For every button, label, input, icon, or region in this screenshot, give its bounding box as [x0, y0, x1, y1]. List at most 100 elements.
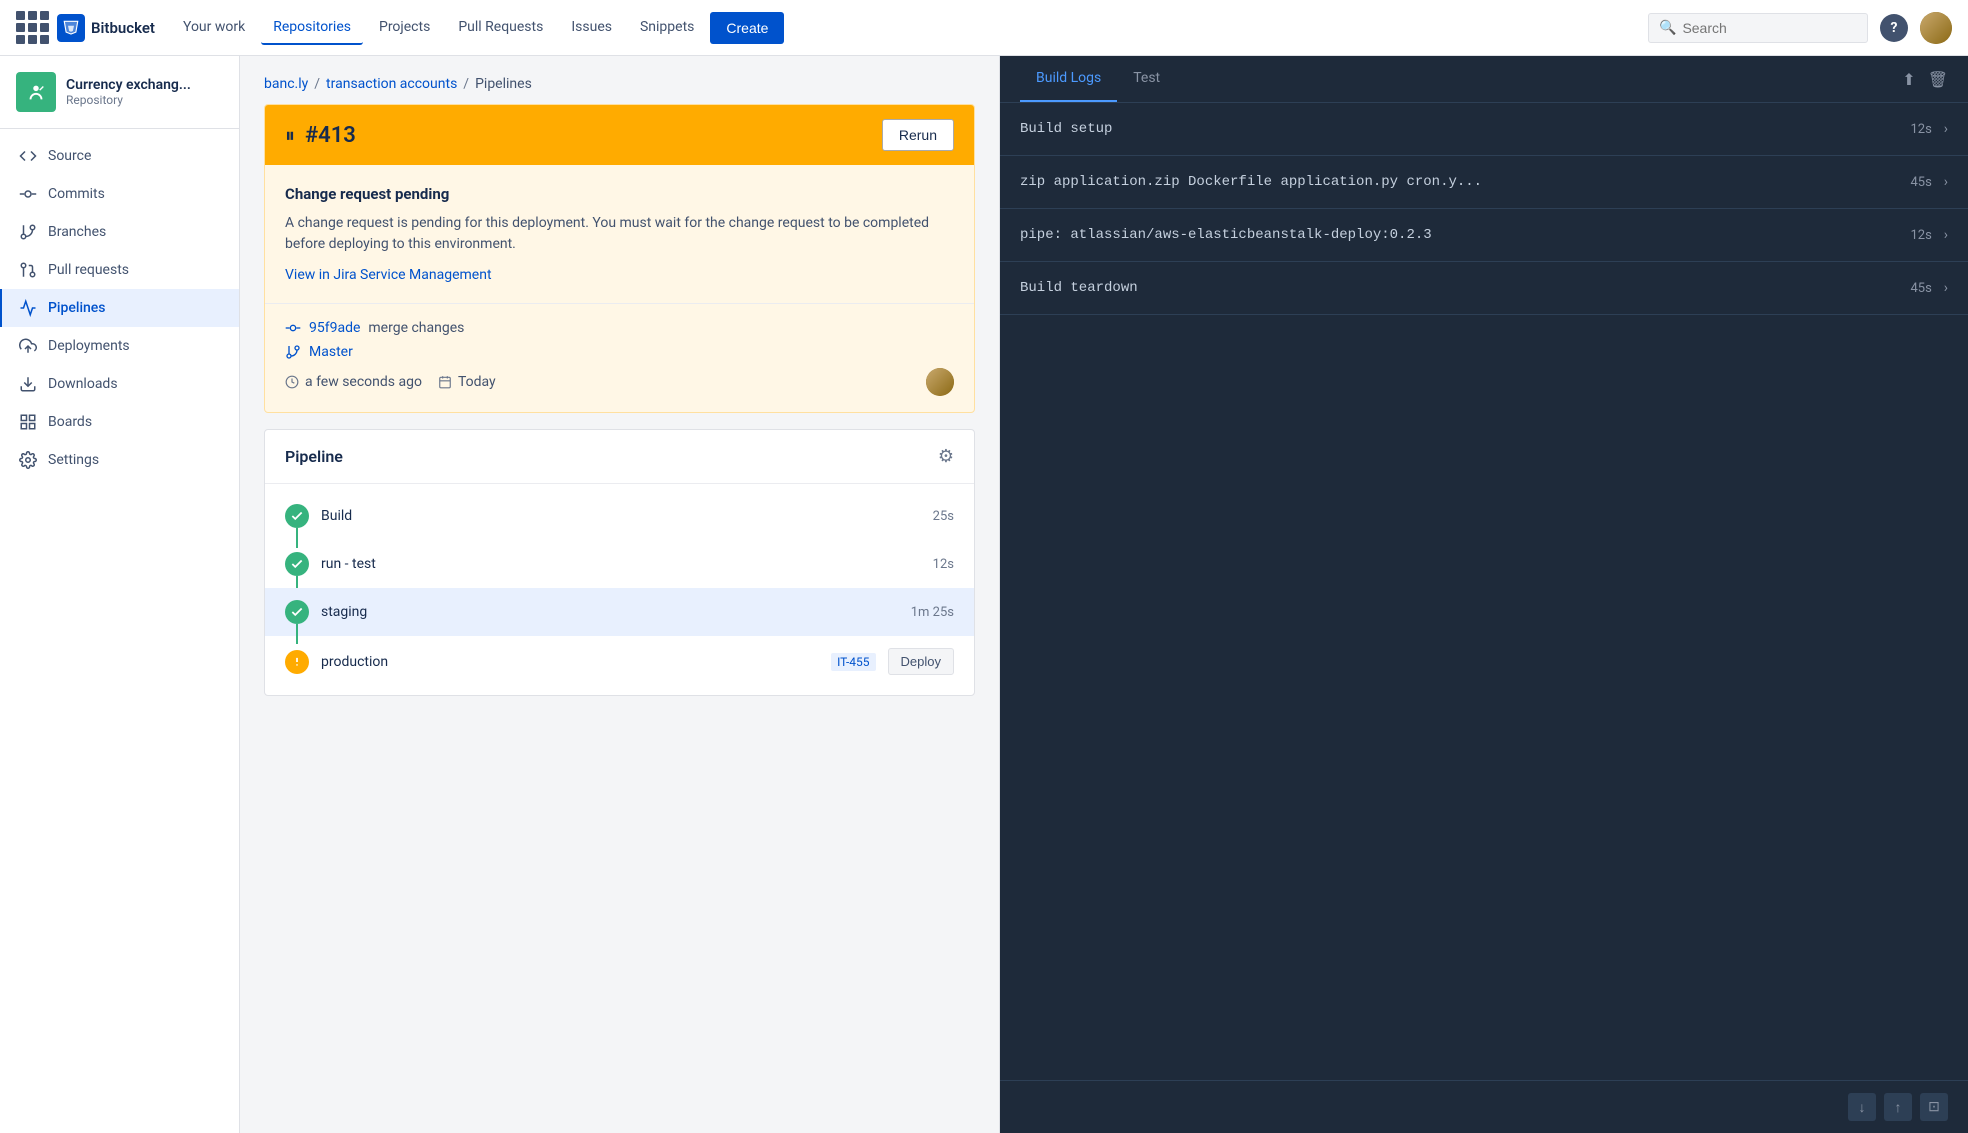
topnav: Bitbucket Your work Repositories Project…	[0, 0, 1968, 56]
main-layout: Currency exchang... Repository Source	[0, 56, 1968, 1133]
pipeline-meta-branch: Master	[285, 344, 954, 360]
step-duration-runtest: 12s	[933, 557, 954, 572]
pipelines-icon	[18, 299, 38, 317]
sidebar-item-pullrequests[interactable]: Pull requests	[0, 251, 239, 289]
commit-hash[interactable]: 95f9ade	[309, 320, 360, 336]
pipeline-number: #413	[305, 123, 356, 148]
nav-your-work[interactable]: Your work	[171, 11, 257, 45]
pipeline-meta-time: a few seconds ago Today	[285, 368, 954, 396]
branch-name[interactable]: Master	[309, 344, 353, 360]
scroll-up-icon[interactable]: ↑	[1884, 1093, 1912, 1121]
log-entry-zip[interactable]: zip application.zip Dockerfile applicati…	[1000, 156, 1968, 209]
repo-type: Repository	[66, 93, 191, 107]
breadcrumb-pipelines: Pipelines	[475, 76, 532, 92]
sidebar-label-commits: Commits	[48, 186, 105, 202]
expand-icon-0[interactable]: ›	[1944, 121, 1948, 137]
pipeline-step-build[interactable]: Build 25s	[265, 492, 974, 540]
nav-repositories[interactable]: Repositories	[261, 11, 363, 45]
create-button[interactable]: Create	[710, 12, 784, 44]
sidebar-item-commits[interactable]: Commits	[0, 175, 239, 213]
logo-text: Bitbucket	[91, 19, 155, 37]
pipeline-body: Change request pending A change request …	[265, 165, 974, 303]
log-entry-teardown[interactable]: Build teardown 45s ›	[1000, 262, 1968, 315]
sidebar-item-boards[interactable]: Boards	[0, 403, 239, 441]
pipeline-step-staging[interactable]: staging 1m 25s	[265, 588, 974, 636]
logo[interactable]: Bitbucket	[57, 14, 155, 42]
nav-pull-requests[interactable]: Pull Requests	[446, 11, 555, 45]
build-logs-tabs: Build Logs Test	[1020, 56, 1176, 102]
sidebar-label-settings: Settings	[48, 452, 99, 468]
build-logs-body: Build setup 12s › zip application.zip Do…	[1000, 103, 1968, 1080]
pipeline-step-production[interactable]: production IT-455 Deploy	[265, 636, 974, 687]
sidebar-label-branches: Branches	[48, 224, 106, 240]
pipeline-step-runtest[interactable]: run - test 12s	[265, 540, 974, 588]
bitbucket-icon	[57, 14, 85, 42]
commit-icon	[285, 320, 301, 336]
topnav-right: 🔍 ?	[1648, 12, 1952, 44]
breadcrumb-sep-2: /	[463, 76, 469, 92]
sidebar-repo[interactable]: Currency exchang... Repository	[0, 56, 239, 129]
pipeline-meta: 95f9ade merge changes Master a few secon…	[265, 303, 974, 412]
settings-icon	[18, 451, 38, 469]
sidebar-item-deployments[interactable]: Deployments	[0, 327, 239, 365]
app-grid-icon[interactable]	[16, 11, 49, 44]
expand-icon-1[interactable]: ›	[1944, 174, 1948, 190]
sidebar-item-settings[interactable]: Settings	[0, 441, 239, 479]
branches-icon	[18, 223, 38, 241]
rerun-button[interactable]: Rerun	[882, 119, 954, 151]
help-button[interactable]: ?	[1880, 14, 1908, 42]
search-input[interactable]	[1682, 20, 1857, 36]
sidebar-item-downloads[interactable]: Downloads	[0, 365, 239, 403]
nav-projects[interactable]: Projects	[367, 11, 442, 45]
search-box[interactable]: 🔍	[1648, 13, 1868, 43]
log-time-build-setup: 12s	[1910, 122, 1931, 137]
tab-test[interactable]: Test	[1117, 56, 1176, 102]
change-request-text: A change request is pending for this dep…	[285, 213, 954, 255]
pipeline-avatar	[926, 368, 954, 396]
change-request-title: Change request pending	[285, 185, 954, 203]
share-icon[interactable]: ⬆	[1902, 70, 1915, 89]
nav-snippets[interactable]: Snippets	[628, 11, 706, 45]
deploy-button[interactable]: Deploy	[888, 648, 954, 675]
trash-icon[interactable]: 🗑	[1928, 70, 1948, 89]
expand-icon-2[interactable]: ›	[1944, 227, 1948, 243]
breadcrumb-banc[interactable]: banc.ly	[264, 76, 308, 92]
calendar-icon	[438, 375, 452, 389]
gear-icon[interactable]: ⚙	[938, 446, 954, 467]
tab-build-logs[interactable]: Build Logs	[1020, 56, 1117, 102]
pipeline-date: Today	[458, 374, 496, 390]
commit-message: merge changes	[368, 320, 464, 336]
fullscreen-icon[interactable]: ⊡	[1920, 1093, 1948, 1121]
repo-name: Currency exchang...	[66, 77, 191, 93]
breadcrumb-transaction[interactable]: transaction accounts	[326, 76, 457, 92]
sidebar-label-deployments: Deployments	[48, 338, 130, 354]
sidebar-item-source[interactable]: Source	[0, 137, 239, 175]
log-entry-build-setup[interactable]: Build setup 12s ›	[1000, 103, 1968, 156]
sidebar-label-pipelines: Pipelines	[48, 300, 106, 316]
sidebar-item-branches[interactable]: Branches	[0, 213, 239, 251]
pipeline-steps-header: Pipeline ⚙	[265, 430, 974, 484]
sidebar-item-pipelines[interactable]: Pipelines	[0, 289, 239, 327]
sidebar-nav: Source Commits Branches	[0, 129, 239, 487]
step-status-staging	[285, 600, 309, 624]
pipeline-header-top: ⏸ #413 Rerun	[265, 105, 974, 165]
log-entry-left-0: Build setup	[1020, 121, 1112, 137]
clock-icon	[285, 375, 299, 389]
pipeline-meta-commit: 95f9ade merge changes	[285, 320, 954, 336]
scroll-bottom-icon[interactable]: ↓	[1848, 1093, 1876, 1121]
pipeline-steps-title: Pipeline	[285, 447, 343, 466]
boards-icon	[18, 413, 38, 431]
step-duration-build: 25s	[933, 509, 954, 524]
log-text-zip: zip application.zip Dockerfile applicati…	[1020, 174, 1482, 190]
downloads-icon	[18, 375, 38, 393]
jira-link[interactable]: View in Jira Service Management	[285, 267, 492, 283]
nav-issues[interactable]: Issues	[559, 11, 624, 45]
source-icon	[18, 147, 38, 165]
sidebar-label-boards: Boards	[48, 414, 92, 430]
search-icon: 🔍	[1659, 20, 1676, 36]
expand-icon-3[interactable]: ›	[1944, 280, 1948, 296]
log-entry-pipe[interactable]: pipe: atlassian/aws-elasticbeanstalk-dep…	[1000, 209, 1968, 262]
log-time-zip: 45s	[1910, 175, 1931, 190]
sidebar-label-source: Source	[48, 148, 91, 164]
avatar[interactable]	[1920, 12, 1952, 44]
